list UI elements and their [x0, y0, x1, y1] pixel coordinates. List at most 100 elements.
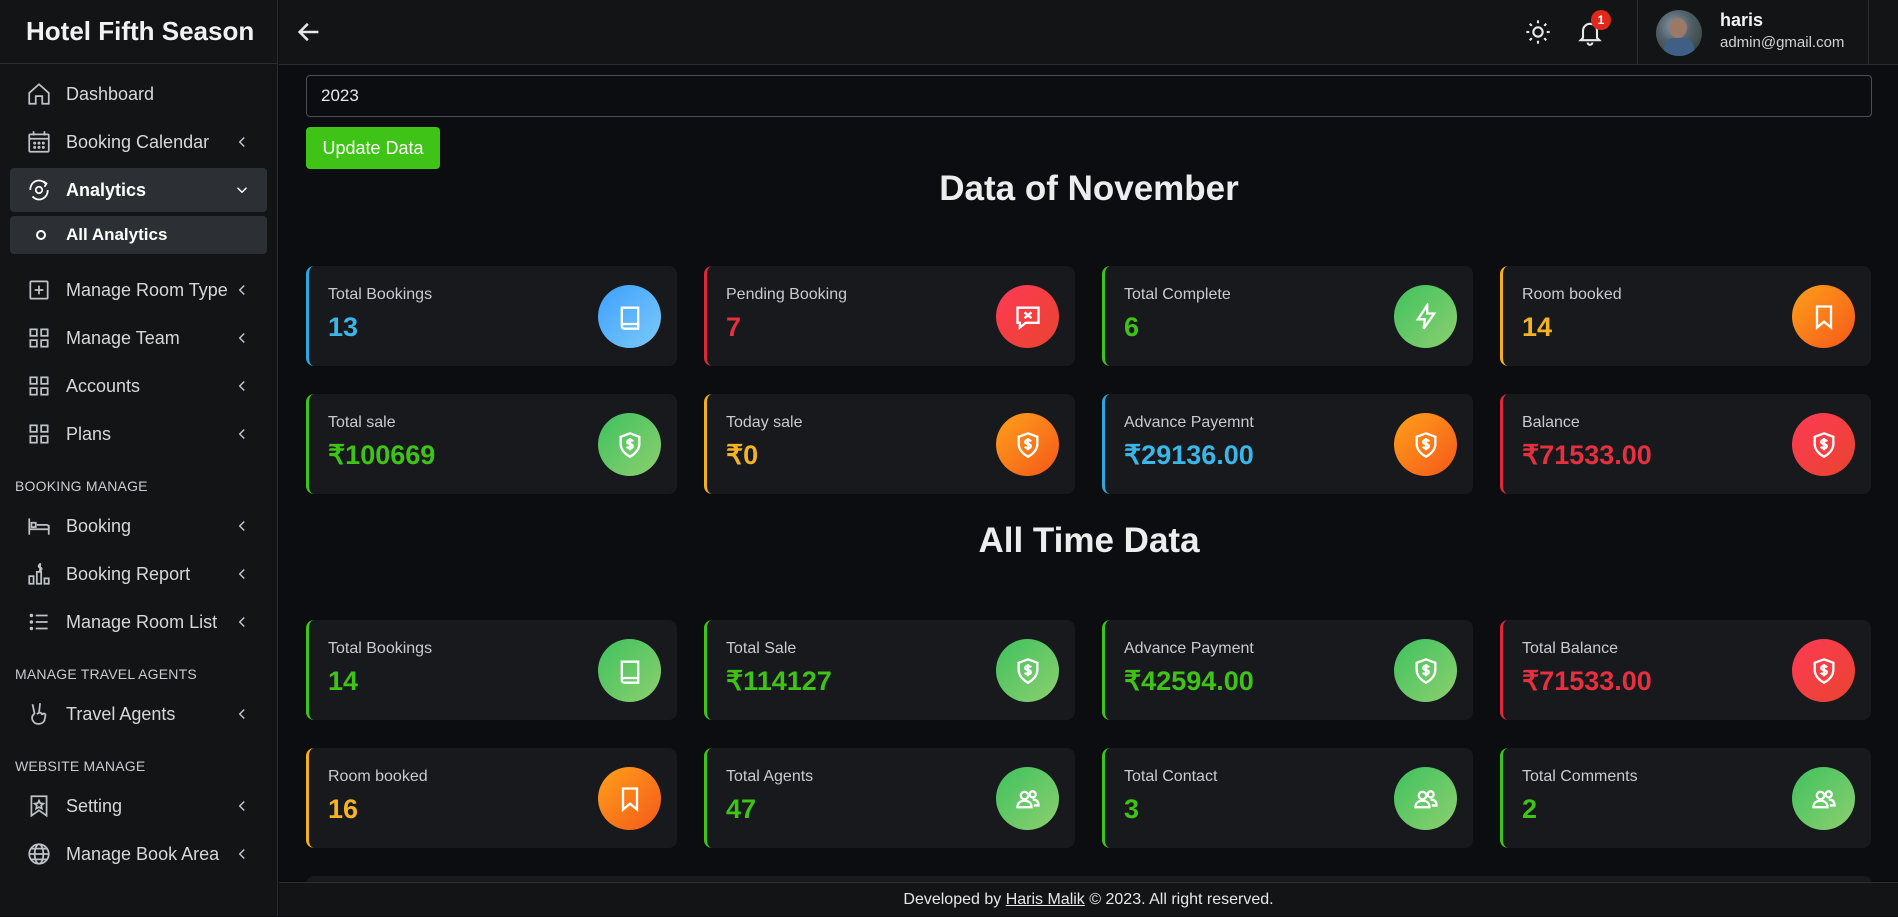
chevron-left-icon — [233, 377, 251, 395]
chevron-left-icon — [233, 797, 251, 815]
sidebar-item-manage-team[interactable]: Manage Team — [10, 316, 267, 360]
chevron-left-icon — [233, 517, 251, 535]
stat-card-alltime-total-balance: Total Balance ₹71533.00 — [1500, 620, 1871, 720]
sidebar-item-manage-room-type[interactable]: Manage Room Type — [10, 268, 267, 312]
stat-card-balance: Balance ₹71533.00 — [1500, 394, 1871, 494]
calendar-icon — [26, 129, 52, 155]
user-name: haris — [1720, 10, 1764, 30]
stat-card-today-sale: Today sale ₹0 — [704, 394, 1075, 494]
stat-label: Total sale — [328, 414, 396, 431]
stat-value: 13 — [328, 312, 359, 342]
sidebar-item-label: Booking — [66, 515, 132, 536]
sidebar-item-label: Dashboard — [66, 83, 155, 104]
top-bar: 1 haris admin@gmail.com — [279, 0, 1898, 65]
stat-card-alltime-total-contact: Total Contact 3 — [1102, 748, 1473, 848]
footer-suffix: © 2023. All right reserved. — [1089, 891, 1274, 908]
footer-author-link[interactable]: Haris Malik — [1006, 891, 1085, 908]
stat-label: Total Contact — [1124, 768, 1218, 785]
chevron-left-icon — [233, 281, 251, 299]
stat-label: Today sale — [726, 414, 803, 431]
stat-label: Total Balance — [1522, 640, 1619, 657]
chevron-left-icon — [233, 565, 251, 583]
user-profile[interactable]: haris admin@gmail.com — [1637, 0, 1869, 65]
book-icon — [598, 639, 661, 702]
sidebar-item-label: Booking Calendar — [66, 131, 210, 152]
chevron-left-icon — [233, 845, 251, 863]
message-x-icon — [996, 285, 1059, 348]
users-icon — [1394, 767, 1457, 830]
plus-square-icon — [26, 277, 52, 303]
shield-dollar-icon — [1394, 413, 1457, 476]
bookmark-icon — [1792, 285, 1855, 348]
sidebar-item-label: Manage Book Area — [66, 843, 220, 864]
sidebar-item-label: Manage Room Type — [66, 279, 228, 300]
footer-prefix: Developed by — [903, 891, 1002, 908]
stat-value: ₹114127 — [726, 666, 832, 696]
sidebar-item-booking-calendar[interactable]: Booking Calendar — [10, 120, 267, 164]
stat-card-total-sale: Total sale ₹100669 — [306, 394, 677, 494]
sidebar-item-travel-agents[interactable]: Travel Agents — [10, 692, 267, 736]
sidebar-item-label: Plans — [66, 423, 112, 444]
stat-value: ₹29136.00 — [1124, 440, 1254, 470]
chevron-left-icon — [233, 133, 251, 151]
chevron-left-icon — [233, 329, 251, 347]
alltime-heading: All Time Data — [978, 521, 1200, 560]
theme-toggle-sun-icon[interactable] — [1524, 18, 1552, 46]
app-title[interactable]: Hotel Fifth Season — [0, 0, 277, 64]
section-label-travel: MANAGE TRAVEL AGENTS — [15, 666, 197, 682]
sidebar-item-manage-book-area[interactable]: Manage Book Area — [10, 832, 267, 876]
stat-card-alltime-advance-payment: Advance Payment ₹42594.00 — [1102, 620, 1473, 720]
grid-icon — [26, 421, 52, 447]
chevron-left-icon — [233, 425, 251, 443]
sidebar-item-label: Accounts — [66, 375, 141, 396]
monthly-heading: Data of November — [939, 169, 1239, 208]
sidebar-item-setting[interactable]: Setting — [10, 784, 267, 828]
stat-label: Room booked — [1522, 286, 1622, 303]
shield-dollar-icon — [1394, 639, 1457, 702]
section-label-website: WEBSITE MANAGE — [15, 758, 146, 774]
sidebar-subitem-all-analytics[interactable]: All Analytics — [10, 216, 267, 254]
sidebar-item-booking-report[interactable]: Booking Report — [10, 552, 267, 596]
stat-label: Total Bookings — [328, 286, 433, 303]
report-icon — [26, 561, 52, 587]
back-arrow-icon[interactable] — [295, 18, 323, 46]
section-label-booking: BOOKING MANAGE — [15, 478, 148, 494]
main-content: Update Data Data of November Total Booki… — [279, 65, 1898, 888]
stat-card-alltime-total-agents: Total Agents 47 — [704, 748, 1075, 848]
bookmark-star-icon — [26, 793, 52, 819]
sidebar-item-booking[interactable]: Booking — [10, 504, 267, 548]
sidebar-nav: Dashboard Booking Calendar Analytics All… — [0, 64, 277, 876]
stat-value: ₹100669 — [328, 440, 436, 470]
sidebar-item-dashboard[interactable]: Dashboard — [10, 72, 267, 116]
stat-label: Total Comments — [1522, 768, 1638, 785]
globe-icon — [26, 841, 52, 867]
stat-card-pending-booking: Pending Booking 7 — [704, 266, 1075, 366]
stat-label: Room booked — [328, 768, 428, 785]
sidebar-item-plans[interactable]: Plans — [10, 412, 267, 456]
stat-label: Total Complete — [1124, 286, 1231, 303]
users-icon — [1792, 767, 1855, 830]
stat-value: 3 — [1124, 794, 1140, 824]
stat-value: 2 — [1522, 794, 1538, 824]
stat-value: 6 — [1124, 312, 1140, 342]
analytics-icon — [26, 177, 52, 203]
stat-label: Advance Payemnt — [1124, 414, 1254, 431]
stat-label: Total Bookings — [328, 640, 433, 657]
stat-value: 14 — [328, 666, 359, 696]
sidebar-item-label: Manage Team — [66, 327, 180, 348]
sidebar-item-accounts[interactable]: Accounts — [10, 364, 267, 408]
notification-badge: 1 — [1591, 10, 1611, 30]
update-data-button[interactable]: Update Data — [306, 127, 440, 169]
year-input[interactable] — [306, 75, 1872, 117]
sidebar-item-manage-room-list[interactable]: Manage Room List — [10, 600, 267, 644]
grid-icon — [26, 325, 52, 351]
stat-card-advance-payment: Advance Payemnt ₹29136.00 — [1102, 394, 1473, 494]
stat-value: ₹0 — [726, 440, 759, 470]
sidebar-item-label: Setting — [66, 795, 123, 816]
sidebar-item-analytics[interactable]: Analytics — [10, 168, 267, 212]
stat-card-total-complete: Total Complete 6 — [1102, 266, 1473, 366]
shield-dollar-icon — [598, 413, 661, 476]
stat-card-total-bookings: Total Bookings 13 — [306, 266, 677, 366]
stat-label: Total Agents — [726, 768, 814, 785]
shield-dollar-icon — [996, 413, 1059, 476]
